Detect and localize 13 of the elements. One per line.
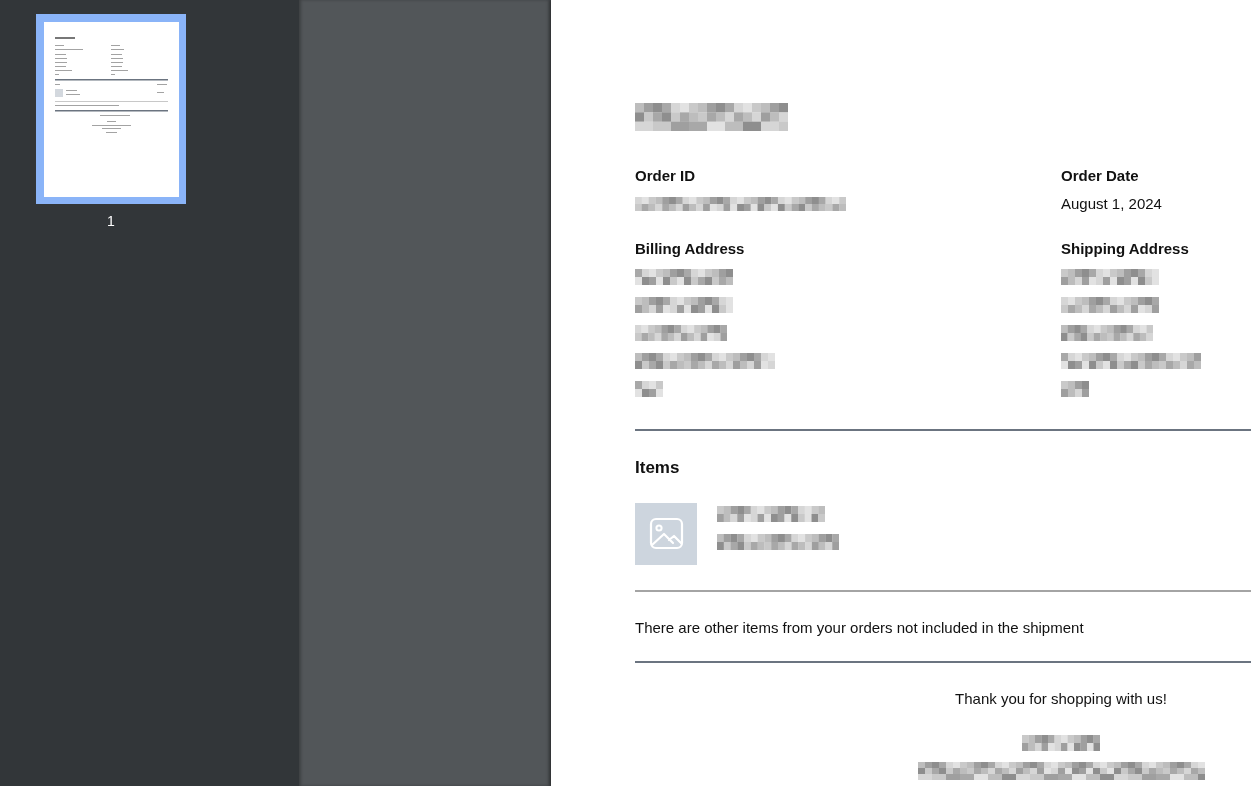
image-placeholder-icon bbox=[635, 503, 697, 565]
field-label: Order ID bbox=[635, 167, 695, 185]
field-label: Order Date bbox=[1061, 167, 1139, 185]
notice-text: There are other items from your orders not included in the shipment bbox=[635, 619, 1085, 637]
field-label: Shipping Address bbox=[1061, 240, 1189, 258]
field-value: August 1, 2024 bbox=[1061, 194, 1162, 214]
field-label: Billing Address bbox=[635, 240, 745, 258]
pixelated-text bbox=[635, 381, 663, 397]
page-thumbnail[interactable] bbox=[36, 14, 186, 204]
page-number: 1 bbox=[107, 213, 115, 229]
section-heading: Items bbox=[635, 458, 680, 478]
pixelated-text bbox=[1061, 381, 1089, 397]
thank-you-text: Thank you for shopping with us! bbox=[955, 690, 1167, 708]
